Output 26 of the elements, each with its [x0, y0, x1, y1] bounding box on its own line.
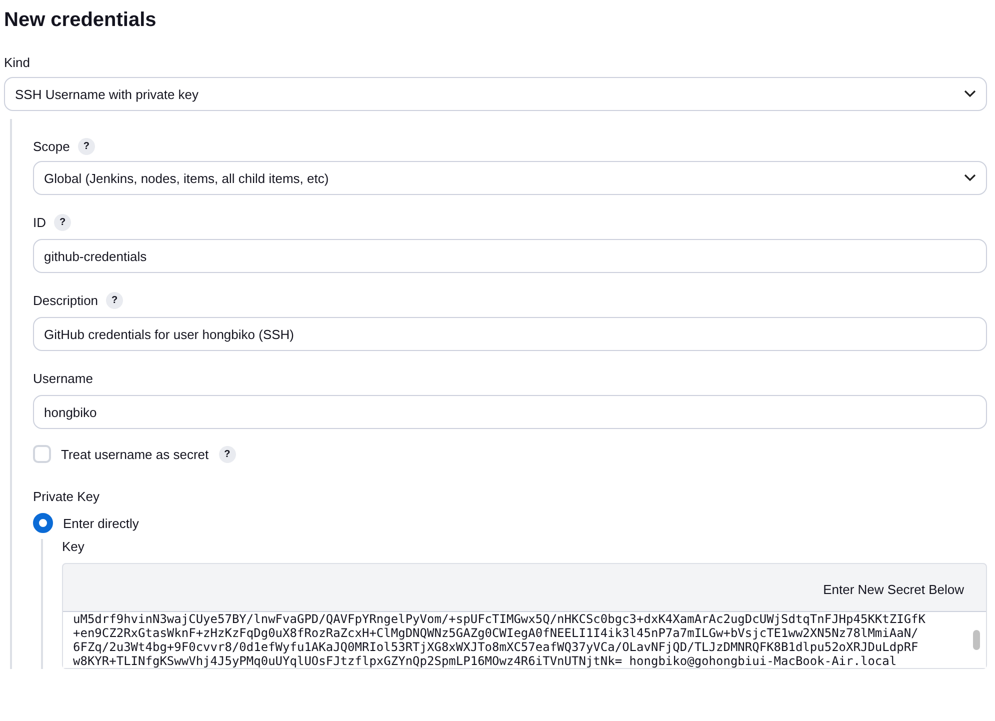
- field-label: Kind: [4, 55, 32, 72]
- scope-select[interactable]: Global (Jenkins, nodes, items, all child items, etc): [33, 161, 987, 195]
- checkbox-label: Treat username as secret: [61, 446, 209, 462]
- key-textarea[interactable]: uM5drf9hvinN3wajCUye57BY/lnwFvaGPD/QAVFpYRngelPyVom/+spUFcTIMGwx5Q/nHKCSc0bgc3+dxK4XamArAc2ugDcUWjSdtqTnFJHp45KKtZIGfK +en9CZ2RxGtasWknF+zHzKzFqDg0uX8fRozRaZcxH+ClMgDNQWNz5GAZg0CWIegA0fNEELI1I4ik3l45nP7a7mILGw+bVsjcTE1ww2XN5Nz78lMmiAaN/ 6FZq/2u3Wt4bg+9F0cvvr8/0d1efWyfu1AKaJQ0MRIol53RTjXG8xWXJTo8mXC57eafWQ37yVCa/OLavNFjQD/TLJzDMNRQFK8B1dlpu52oXRJDuLdpRF w8KYR+TLINfgKSwwVhj4J5yPMq0uUYqlUOsFJtzflpxGZYnQp2SpmLP16MOwz4R6iTVnUTNjtNk= hongbiko@gohongbiui-MacBook-Air.local: [63, 611, 986, 668]
- radio-button[interactable]: [33, 513, 53, 533]
- input-field[interactable]: github-credentials: [33, 239, 987, 273]
- page-title: New credentials: [4, 8, 158, 33]
- help-button[interactable]: ?: [54, 214, 71, 230]
- help-button[interactable]: ?: [218, 446, 236, 462]
- chevron-down-icon: [964, 174, 976, 182]
- scrollbar-thumb[interactable]: [973, 630, 980, 650]
- kind-select[interactable]: SSH Username with private key: [4, 77, 987, 111]
- checkbox[interactable]: [33, 445, 51, 463]
- enter-secret-button[interactable]: Enter New Secret Below: [813, 578, 974, 601]
- input-field[interactable]: GitHub credentials for user hongbiko (SSH): [33, 317, 987, 351]
- help-button[interactable]: ?: [106, 292, 124, 308]
- field-label: Scope: [33, 138, 70, 154]
- help-button[interactable]: ?: [78, 138, 95, 154]
- field-label: Username: [33, 370, 93, 386]
- chevron-down-icon: [964, 90, 976, 98]
- input-field[interactable]: hongbiko: [33, 395, 987, 429]
- field-label: Description: [33, 292, 98, 308]
- field-label: Private Key: [33, 489, 100, 506]
- radio-label: Enter directly: [63, 516, 139, 530]
- field-label: Key: [62, 539, 86, 556]
- field-label: ID: [33, 214, 46, 230]
